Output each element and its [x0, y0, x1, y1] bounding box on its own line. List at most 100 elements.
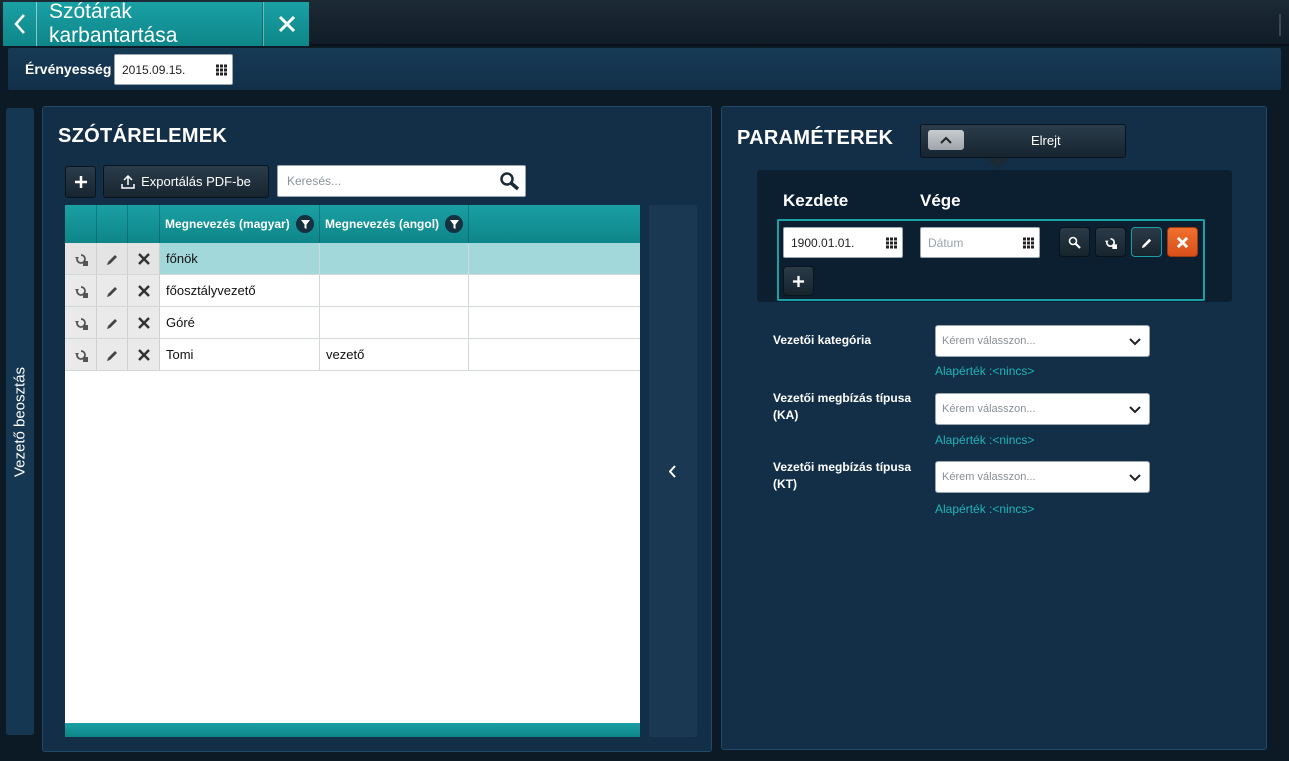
header-action-cell: [97, 205, 128, 243]
edit-button[interactable]: [97, 275, 128, 306]
delete-icon: [137, 252, 150, 265]
history-button[interactable]: [65, 339, 97, 370]
cell-filler: [469, 275, 640, 306]
add-item-button[interactable]: [65, 166, 96, 198]
add-period-button[interactable]: [783, 266, 814, 296]
table-row[interactable]: főosztályvezető: [65, 275, 640, 307]
table-header: Megnevezés (magyar) Megnevezés (angol): [65, 205, 640, 243]
pencil-icon: [1141, 238, 1152, 248]
header-action-cell: [128, 205, 160, 243]
header-filler: [469, 205, 640, 243]
back-button[interactable]: [3, 2, 37, 46]
history-period-button[interactable]: [1095, 227, 1126, 257]
column-header-english[interactable]: Megnevezés (angol): [320, 205, 469, 243]
dictionary-table: Megnevezés (magyar) Megnevezés (angol) f…: [65, 205, 640, 737]
start-label: Kezdete: [783, 191, 849, 210]
search-input[interactable]: Keresés...: [277, 165, 526, 197]
cell-hungarian: főnök: [160, 243, 320, 274]
filter-icon[interactable]: [445, 215, 463, 233]
delete-button[interactable]: [128, 307, 160, 338]
notch: [986, 158, 1010, 170]
export-pdf-button[interactable]: Exportálás PDF-be: [103, 165, 269, 198]
param-label-line: (KT): [773, 477, 797, 491]
history-icon: [1104, 237, 1117, 249]
divider: [309, 44, 1289, 46]
select-placeholder: Kérem válasszon...: [942, 471, 1036, 483]
param-label-line: Vezetői kategória: [773, 333, 872, 347]
chevron-down-icon: [1129, 406, 1141, 414]
pencil-icon: [107, 318, 117, 329]
title-tab: Szótárak karbantartása: [3, 0, 309, 47]
param-label-line: (KA): [773, 408, 799, 422]
calendar-icon[interactable]: [216, 64, 227, 75]
history-icon: [74, 285, 88, 298]
cell-english: [320, 243, 469, 274]
edit-button[interactable]: [97, 243, 128, 274]
calendar-icon[interactable]: [886, 237, 897, 248]
edit-period-button[interactable]: [1131, 227, 1162, 257]
search-icon[interactable]: [499, 171, 520, 191]
table-row[interactable]: főnök: [65, 243, 640, 275]
history-icon: [74, 253, 88, 266]
leader-category-select[interactable]: Kérem válasszon...: [935, 325, 1150, 357]
assignment-type-kt-select[interactable]: Kérem válasszon...: [935, 461, 1150, 493]
delete-button[interactable]: [128, 339, 160, 370]
history-icon: [74, 317, 88, 330]
validity-period-box: Kezdete Vége 1900.01.01. Dátum: [757, 170, 1232, 302]
delete-button[interactable]: [128, 275, 160, 306]
delete-icon: [137, 316, 150, 329]
table-row[interactable]: Góré: [65, 307, 640, 339]
history-button[interactable]: [65, 275, 97, 306]
delete-icon: [1176, 236, 1189, 248]
search-placeholder: Keresés...: [287, 174, 342, 188]
cell-filler: [469, 339, 640, 370]
pencil-icon: [107, 350, 117, 361]
delete-icon: [137, 348, 150, 361]
history-button[interactable]: [65, 243, 97, 274]
cell-filler: [469, 307, 640, 338]
filter-icon[interactable]: [296, 215, 314, 233]
search-period-button[interactable]: [1059, 227, 1090, 257]
end-date-placeholder: Dátum: [928, 235, 964, 250]
history-button[interactable]: [65, 307, 97, 338]
edit-button[interactable]: [97, 339, 128, 370]
param-label-line: Vezetői megbízás típusa: [773, 460, 912, 474]
column-header-label: Megnevezés (angol): [325, 217, 440, 231]
close-button[interactable]: [263, 2, 309, 46]
pencil-icon: [107, 254, 117, 265]
end-date-input[interactable]: Dátum: [920, 227, 1040, 258]
panel-title: SZÓTÁRELEMEK: [58, 125, 228, 147]
plus-icon: [74, 176, 87, 188]
chevron-down-icon: [1129, 474, 1141, 482]
start-date-input[interactable]: 1900.01.01.: [783, 227, 903, 258]
column-header-label: Megnevezés (magyar): [165, 217, 290, 231]
default-value: Alapérték :<nincs>: [935, 502, 1035, 516]
chevron-left-icon: [669, 464, 676, 478]
select-placeholder: Kérem válasszon...: [942, 403, 1036, 415]
table-row[interactable]: Tomi vezető: [65, 339, 640, 371]
panel-title: PARAMÉTEREK: [737, 127, 894, 149]
delete-button[interactable]: [128, 243, 160, 274]
param-label: Vezetői kategória: [773, 332, 871, 349]
parameters-panel: PARAMÉTEREK Elrejt Kezdete Vége 1900.01.…: [721, 106, 1267, 750]
side-tab-vezeto-beosztas[interactable]: Vezető beosztás: [6, 108, 34, 735]
start-date-value: 1900.01.01.: [791, 235, 855, 250]
close-icon: [278, 15, 295, 33]
hide-label: Elrejt: [1031, 133, 1061, 148]
param-label-line: Vezetői megbízás típusa: [773, 391, 912, 405]
edit-button[interactable]: [97, 307, 128, 338]
cell-hungarian: Tomi: [160, 339, 320, 370]
assignment-type-ka-select[interactable]: Kérem válasszon...: [935, 393, 1150, 425]
validity-date-input[interactable]: 2015.09.15.: [114, 54, 233, 85]
delete-period-button[interactable]: [1167, 227, 1198, 257]
cell-filler: [469, 243, 640, 274]
chevron-up-icon: [928, 130, 964, 150]
calendar-icon[interactable]: [1023, 237, 1034, 248]
top-bar: Szótárak karbantartása: [0, 0, 1289, 47]
hide-button[interactable]: Elrejt: [920, 124, 1126, 158]
column-header-hungarian[interactable]: Megnevezés (magyar): [160, 205, 320, 243]
default-value: Alapérték :<nincs>: [935, 433, 1035, 447]
collapse-panel-button[interactable]: [649, 205, 697, 737]
history-icon: [74, 349, 88, 362]
delete-icon: [137, 284, 150, 297]
